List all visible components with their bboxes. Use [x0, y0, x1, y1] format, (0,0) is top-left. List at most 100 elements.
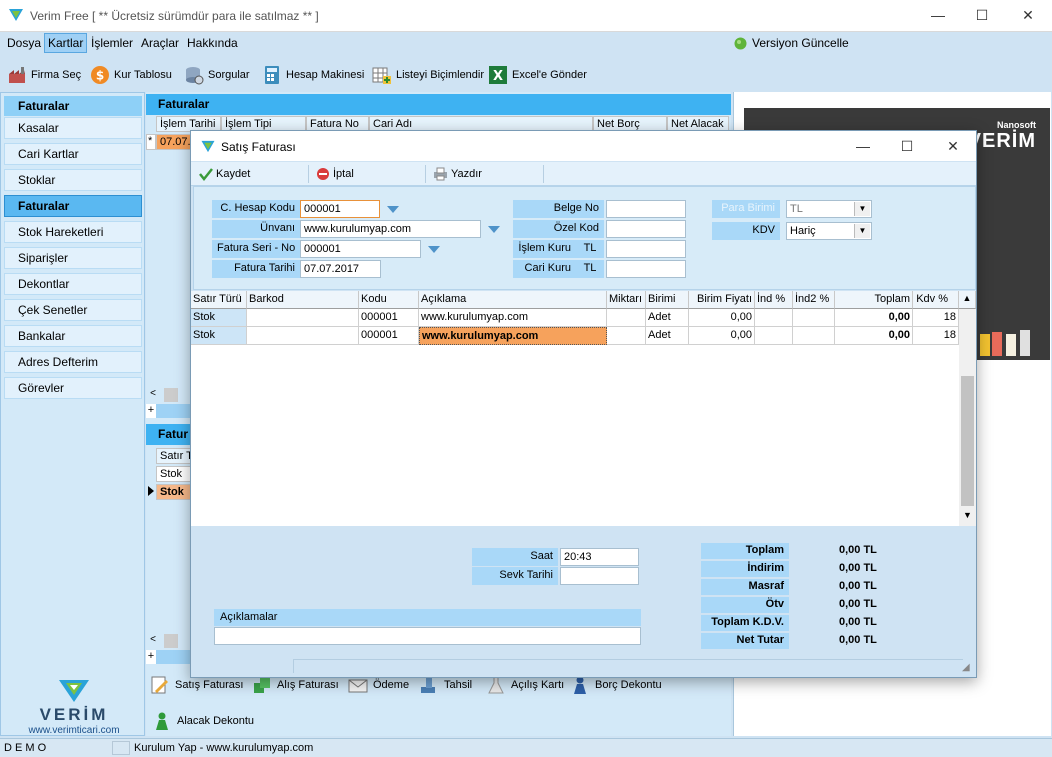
scrollbar-thumb[interactable]: [164, 634, 178, 648]
scroll-left-icon[interactable]: <: [146, 388, 160, 402]
dialog-minimize-button[interactable]: —: [847, 135, 879, 157]
menu-hakkinda[interactable]: Hakkında: [187, 36, 238, 50]
sidebar-item-siparisler[interactable]: Siparişler: [4, 247, 142, 269]
table-cell[interactable]: 0,00: [835, 327, 913, 345]
sidebar-item-gorevler[interactable]: Görevler: [4, 377, 142, 399]
fatura-seri-dropdown-icon[interactable]: [428, 246, 440, 253]
unvan-dropdown-icon[interactable]: [488, 226, 500, 233]
table-cell[interactable]: [607, 327, 646, 345]
table-cell[interactable]: Adet: [646, 327, 689, 345]
col-birim-fiyati[interactable]: Birim Fiyatı: [689, 291, 755, 309]
islem-kuru-field[interactable]: [606, 240, 686, 258]
para-birimi-chevron-icon[interactable]: ▼: [854, 202, 870, 216]
resize-grip-icon[interactable]: ◢: [962, 662, 970, 673]
table-cell[interactable]: 0,00: [689, 309, 755, 327]
sorgular-button[interactable]: Sorgular: [184, 64, 250, 86]
excel-gonder-button[interactable]: X Excel'e Gönder: [488, 64, 587, 86]
hesap-kodu-field[interactable]: 000001: [300, 200, 380, 218]
col-miktari[interactable]: Miktarı: [607, 291, 646, 309]
scrollbar-thumb[interactable]: [961, 376, 974, 506]
fatura-tarihi-field[interactable]: 07.07.2017: [300, 260, 381, 278]
menu-islemler[interactable]: İşlemler: [91, 36, 133, 50]
scroll-down-icon[interactable]: ▼: [959, 510, 976, 524]
sidebar-item-cari-kartlar[interactable]: Cari Kartlar: [4, 143, 142, 165]
menu-araclar[interactable]: Araçlar: [141, 36, 179, 50]
sevk-tarihi-field[interactable]: [560, 567, 639, 585]
sidebar-item-stok-hareketleri[interactable]: Stok Hareketleri: [4, 221, 142, 243]
table-cell[interactable]: [247, 309, 359, 327]
col-ind[interactable]: İnd %: [755, 291, 793, 309]
belge-no-field[interactable]: [606, 200, 686, 218]
iptal-button[interactable]: İptal: [316, 165, 354, 183]
add-row-icon[interactable]: +: [146, 650, 156, 664]
col-satir-turu[interactable]: Satır T: [156, 448, 191, 464]
table-cell[interactable]: [793, 309, 835, 327]
sidebar-item-adres-defterim[interactable]: Adres Defterim: [4, 351, 142, 373]
kur-tablosu-button[interactable]: $ Kur Tablosu: [90, 64, 172, 86]
sidebar-item-kasalar[interactable]: Kasalar: [4, 117, 142, 139]
sidebar-item-bankalar[interactable]: Bankalar: [4, 325, 142, 347]
sidebar-item-stoklar[interactable]: Stoklar: [4, 169, 142, 191]
col-kodu[interactable]: Kodu: [359, 291, 419, 309]
col-toplam[interactable]: Toplam: [835, 291, 913, 309]
total-value: 0,00 TL: [839, 544, 877, 556]
firma-sec-button[interactable]: Firma Seç: [7, 64, 81, 86]
hesap-kodu-dropdown-icon[interactable]: [387, 206, 399, 213]
table-cell[interactable]: [755, 309, 793, 327]
scroll-left-icon[interactable]: <: [146, 634, 160, 648]
table-cell[interactable]: [793, 327, 835, 345]
menu-update[interactable]: Versiyon Güncelle: [734, 36, 849, 50]
table-cell[interactable]: Adet: [646, 309, 689, 327]
col-satir-turu[interactable]: Satır Türü: [191, 291, 247, 309]
cari-kuru-field[interactable]: [606, 260, 686, 278]
col-kdv[interactable]: Kdv %: [913, 291, 959, 309]
dialog-status-strip: [293, 659, 963, 673]
add-row-icon[interactable]: +: [146, 404, 156, 418]
cari-kuru-label: Cari Kuru: [513, 260, 576, 278]
table-cell[interactable]: [755, 327, 793, 345]
dialog-maximize-button[interactable]: ☐: [891, 135, 923, 157]
table-cell-selected[interactable]: www.kurulumyap.com: [419, 327, 607, 345]
table-cell[interactable]: [247, 327, 359, 345]
table-cell[interactable]: [607, 309, 646, 327]
table-cell[interactable]: 0,00: [689, 327, 755, 345]
col-barkod[interactable]: Barkod: [247, 291, 359, 309]
ozel-kod-field[interactable]: [606, 220, 686, 238]
minimize-button[interactable]: —: [922, 4, 954, 26]
table-cell[interactable]: 18: [913, 309, 959, 327]
table-cell[interactable]: Stok: [191, 327, 247, 345]
maximize-button[interactable]: ☐: [966, 4, 998, 26]
odeme-label: Ödeme: [373, 679, 410, 691]
table-cell[interactable]: www.kurulumyap.com: [419, 309, 607, 327]
brand-url[interactable]: www.verimticari.com: [18, 725, 130, 736]
scroll-up-icon[interactable]: ▲: [959, 291, 976, 309]
yazdir-button[interactable]: Yazdır: [433, 165, 482, 183]
col-ind2[interactable]: İnd2 %: [793, 291, 835, 309]
dialog-close-button[interactable]: ✕: [937, 135, 969, 157]
sidebar-item-cek-senetler[interactable]: Çek Senetler: [4, 299, 142, 321]
table-cell[interactable]: 18: [913, 327, 959, 345]
table-cell[interactable]: 000001: [359, 327, 419, 345]
sidebar-item-dekontlar[interactable]: Dekontlar: [4, 273, 142, 295]
col-aciklama[interactable]: Açıklama: [419, 291, 607, 309]
aciklamalar-field[interactable]: [214, 627, 641, 645]
fatura-seri-field[interactable]: 000001: [300, 240, 421, 258]
table-cell[interactable]: 0,00: [835, 309, 913, 327]
table-cell[interactable]: 000001: [359, 309, 419, 327]
saat-field[interactable]: 20:43: [560, 548, 639, 566]
hesap-makinesi-button[interactable]: Hesap Makinesi: [262, 64, 364, 86]
listeyi-bicimlendir-button[interactable]: Listeyi Biçimlendir: [372, 64, 484, 86]
close-button[interactable]: ✕: [1012, 4, 1044, 26]
menu-kartlar[interactable]: Kartlar: [44, 33, 88, 53]
scrollbar-thumb[interactable]: [164, 388, 178, 402]
col-birimi[interactable]: Birimi: [646, 291, 689, 309]
table-cell[interactable]: Stok: [191, 309, 247, 327]
sidebar-item-faturalar[interactable]: Faturalar: [4, 195, 142, 217]
alacak-dekontu-button[interactable]: Alacak Dekontu: [152, 710, 254, 732]
menu-dosya[interactable]: Dosya: [7, 36, 41, 50]
table-row[interactable]: Stok: [156, 466, 191, 482]
kaydet-button[interactable]: Kaydet: [199, 165, 250, 183]
kdv-chevron-icon[interactable]: ▼: [854, 224, 870, 238]
unvan-field[interactable]: www.kurulumyap.com: [300, 220, 481, 238]
table-row[interactable]: Stok: [156, 484, 191, 500]
